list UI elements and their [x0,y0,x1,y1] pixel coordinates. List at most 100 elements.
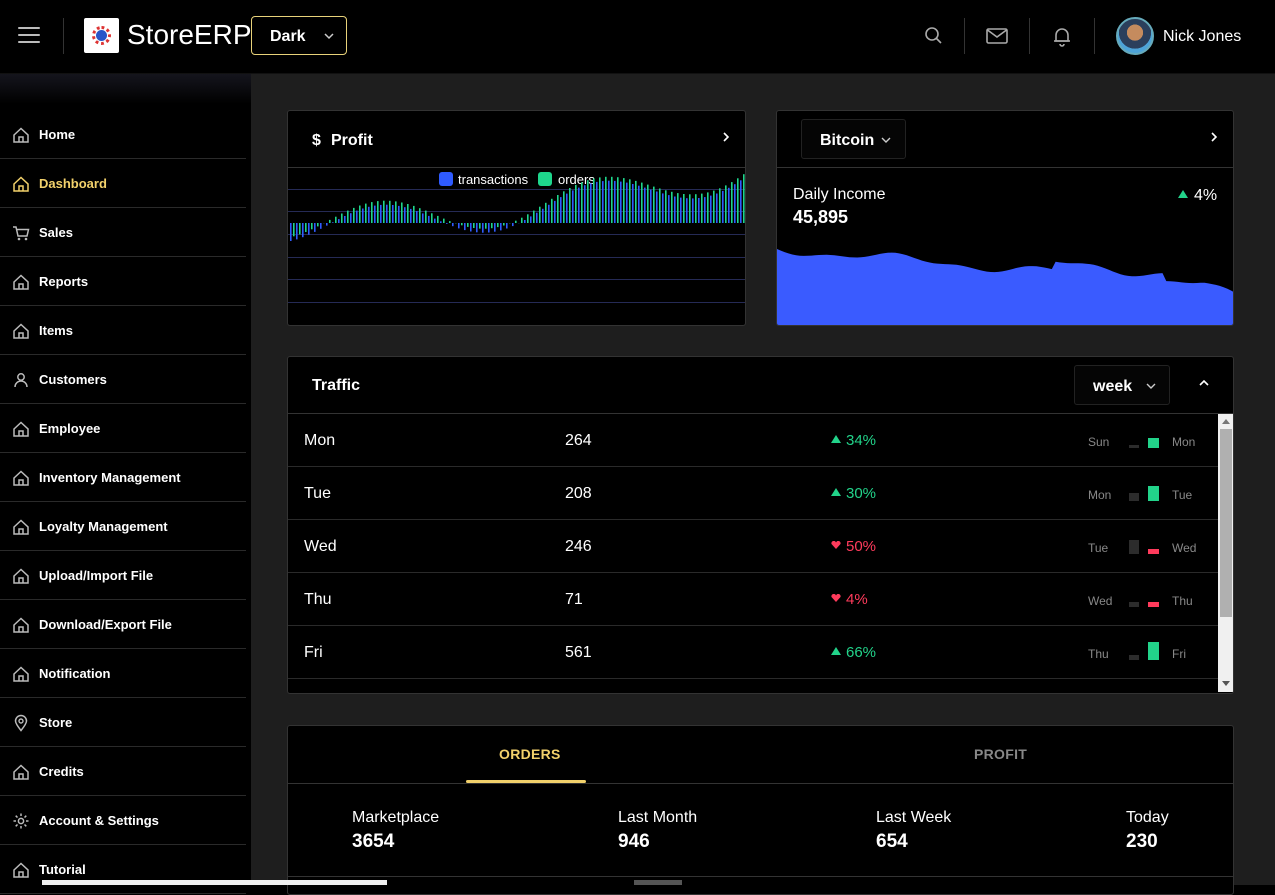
sidebar-item-credits[interactable]: Credits [0,747,246,796]
profit-bar [611,177,613,223]
horizontal-scrollbar[interactable] [42,880,387,885]
profit-bar [566,194,568,223]
sidebar-item-label: Inventory Management [39,470,181,485]
scroll-down-arrow-icon[interactable] [1221,680,1231,688]
scroll-up-arrow-icon[interactable] [1221,417,1231,425]
heart-down-icon [831,541,841,549]
mini-chart-prev-bar [1129,445,1139,448]
profit-bar [650,190,652,223]
profit-bar [725,185,727,223]
profit-bar [629,179,631,223]
stat-value: 946 [618,831,650,853]
sidebar-item-reports[interactable]: Reports [0,257,246,306]
stat-label: Today [1126,809,1169,827]
sidebar-item-sales[interactable]: Sales [0,208,246,257]
profit-bar [710,196,712,223]
sidebar-item-upload-import-file[interactable]: Upload/Import File [0,551,246,600]
coin-select[interactable]: Bitcoin [801,119,906,159]
sidebar: Home DashboardSales Reports Items Customers E… [0,74,251,885]
mini-chart-prev-label: Thu [1088,647,1109,661]
bell-icon[interactable] [1050,24,1074,48]
table-row[interactable]: Fri56166%ThuFri [288,626,1218,679]
profit-bar [503,223,505,226]
top-bar: StoreERP Dark Nick Jones [0,0,1275,74]
table-row[interactable]: Mon26434%SunMon [288,414,1218,467]
location-pin-icon [12,714,30,732]
user-name[interactable]: Nick Jones [1163,28,1241,46]
chevron-right-icon[interactable] [720,130,732,144]
sidebar-item-home[interactable]: Home [0,110,246,159]
mini-chart-prev-bar [1129,655,1139,660]
sidebar-item-label: Reports [39,274,88,289]
brand-logo [84,18,119,53]
traffic-title: Traffic [312,377,360,395]
profit-bar [599,177,601,223]
profit-bar [740,180,742,223]
sidebar-item-label: Tutorial [39,862,86,877]
table-row[interactable]: Tue20830%MonTue [288,467,1218,520]
table-row[interactable]: Wed24650%TueWed [288,520,1218,573]
profit-bar [341,214,343,224]
profit-bar [626,183,628,223]
profit-bar [488,223,490,233]
sidebar-item-items[interactable]: Items [0,306,246,355]
row-change: 30% [846,485,876,502]
horizontal-scrollbar-thumb[interactable] [634,880,682,885]
sidebar-item-inventory-management[interactable]: Inventory Management [0,453,246,502]
sidebar-item-employee[interactable]: Employee [0,404,246,453]
profit-bar [560,197,562,223]
scrollbar-thumb[interactable] [1220,429,1232,617]
profit-bar [467,223,469,227]
profit-bar [677,193,679,223]
sidebar-item-label: Customers [39,372,107,387]
profit-bar [587,180,589,223]
tab-orders[interactable]: ORDERS [499,746,561,762]
profit-bar [479,223,481,229]
sidebar-item-dashboard[interactable]: Dashboard [0,159,246,208]
sidebar-item-loyalty-management[interactable]: Loyalty Management [0,502,246,551]
search-icon[interactable] [922,24,946,48]
stat-label: Last Week [876,809,951,827]
profit-bar [350,213,352,223]
sidebar-item-account-settings[interactable]: Account & Settings [0,796,246,845]
home-icon [12,126,30,144]
mail-icon[interactable] [985,24,1009,48]
chevron-right-icon[interactable] [1208,130,1220,144]
sidebar-item-customers[interactable]: Customers [0,355,246,404]
profit-bar [578,188,580,223]
profit-bar [299,223,301,234]
profit-bar [656,192,658,224]
heart-down-icon [831,594,841,602]
tab-profit[interactable]: PROFIT [974,746,1027,762]
period-select[interactable]: week [1074,365,1170,405]
mini-chart-cur-bar [1148,549,1159,554]
mini-chart-cur-label: Fri [1172,647,1186,661]
theme-select[interactable]: Dark [251,16,347,55]
hamburger-menu-icon[interactable] [18,27,40,45]
profit-bar [353,208,355,223]
theme-select-value: Dark [270,28,306,46]
profit-bar [308,223,310,235]
sidebar-item-notification[interactable]: Notification [0,649,246,698]
profit-bar [425,211,427,223]
profit-bar [338,219,340,223]
profit-bar [554,201,556,223]
profit-bar [668,195,670,223]
sidebar-item-label: Download/Export File [39,617,172,632]
profit-bar [416,211,418,223]
table-row[interactable]: Thu714%WedThu [288,573,1218,626]
mini-chart-prev-label: Wed [1088,594,1112,608]
profit-bar [683,194,685,223]
profit-bar [644,188,646,223]
home-icon [12,322,30,340]
sidebar-item-store[interactable]: Store [0,698,246,747]
profit-bar [647,185,649,223]
sidebar-item-download-export-file[interactable]: Download/Export File [0,600,246,649]
profit-bar [407,204,409,223]
chevron-up-icon[interactable] [1197,377,1211,389]
row-count: 264 [565,432,592,450]
sidebar-item-label: Home [39,127,75,142]
profit-bar [461,223,463,225]
avatar[interactable] [1116,17,1154,55]
sidebar-item-tutorial[interactable]: Tutorial [0,845,246,894]
